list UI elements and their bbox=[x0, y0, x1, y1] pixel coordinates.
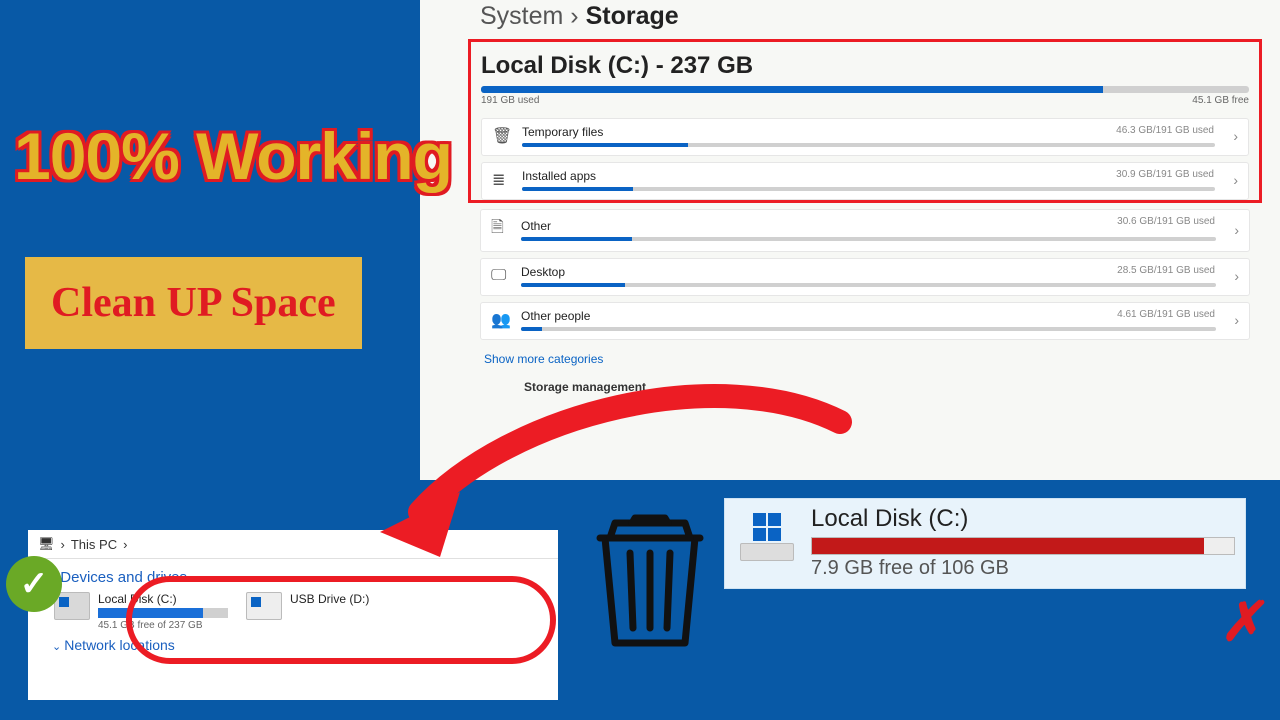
category-name: Other people bbox=[521, 309, 1216, 323]
category-used: 30.6 GB/191 GB used bbox=[1117, 216, 1215, 227]
network-locations-heading[interactable]: ⌄ Network locations bbox=[48, 631, 538, 653]
category-used: 30.9 GB/191 GB used bbox=[1116, 169, 1214, 180]
disk-usage-fill bbox=[481, 86, 1103, 93]
hdd-icon bbox=[735, 511, 799, 563]
full-disk-bar bbox=[811, 537, 1235, 555]
chevron-right-icon: › bbox=[1227, 128, 1238, 144]
breadcrumb-current: Storage bbox=[586, 2, 679, 30]
windows-logo-icon bbox=[753, 513, 781, 541]
category-used: 28.5 GB/191 GB used bbox=[1117, 265, 1215, 276]
monitor-icon: 🖵 bbox=[491, 267, 509, 285]
full-disk-panel: Local Disk (C:) 7.9 GB free of 106 GB bbox=[724, 498, 1246, 589]
checkmark-badge: ✓ bbox=[6, 556, 62, 612]
category-used: 46.3 GB/191 GB used bbox=[1116, 125, 1214, 136]
explorer-breadcrumb[interactable]: This PC bbox=[71, 537, 117, 552]
category-used: 4.61 GB/191 GB used bbox=[1117, 309, 1215, 320]
people-icon: 👥 bbox=[491, 310, 509, 330]
file-icon: 🗎 bbox=[491, 216, 509, 243]
category-name: Installed apps bbox=[522, 169, 1215, 183]
category-name: Temporary files bbox=[522, 125, 1215, 139]
disk-title: Local Disk (C:) - 237 GB bbox=[481, 48, 1249, 86]
hdd-icon bbox=[54, 592, 90, 620]
category-row-other[interactable]: 🗎 Other 30.6 GB/191 GB used › bbox=[480, 209, 1250, 252]
category-name: Other bbox=[521, 219, 1216, 233]
file-explorer-panel: 🖥 › This PC › ⌄ Devices and drives Local… bbox=[28, 530, 558, 700]
devices-section-heading[interactable]: ⌄ Devices and drives bbox=[48, 569, 538, 592]
usb-icon bbox=[246, 592, 282, 620]
full-disk-free: 7.9 GB free of 106 GB bbox=[811, 555, 1235, 580]
breadcrumb[interactable]: System › Storage bbox=[480, 0, 1250, 39]
breadcrumb-parent[interactable]: System bbox=[480, 2, 563, 30]
trash-icon: 🗑 bbox=[492, 126, 510, 146]
highlight-box: Local Disk (C:) - 237 GB 191 GB used 45.… bbox=[468, 39, 1262, 203]
category-row-desktop[interactable]: 🖵 Desktop 28.5 GB/191 GB used › bbox=[480, 258, 1250, 296]
trash-bin-icon bbox=[590, 498, 710, 648]
show-more-link[interactable]: Show more categories bbox=[480, 346, 1250, 372]
category-name: Desktop bbox=[521, 265, 1216, 279]
drive-name: Local Disk (C:) bbox=[98, 592, 228, 606]
disk-free-label: 45.1 GB free bbox=[1192, 95, 1249, 106]
category-row-installed-apps[interactable]: ≣ Installed apps 30.9 GB/191 GB used › bbox=[481, 162, 1249, 200]
category-row-other-people[interactable]: 👥 Other people 4.61 GB/191 GB used › bbox=[480, 302, 1250, 340]
apps-icon: ≣ bbox=[492, 170, 510, 190]
overlay-subhead: Clean UP Space bbox=[51, 280, 336, 326]
chevron-right-icon: › bbox=[1228, 222, 1239, 238]
drive-free-text: 45.1 GB free of 237 GB bbox=[98, 620, 228, 631]
storage-management-heading: Storage management bbox=[480, 372, 1250, 402]
drive-usb-d[interactable]: USB Drive (D:) bbox=[246, 592, 369, 631]
category-row-temporary-files[interactable]: 🗑 Temporary files 46.3 GB/191 GB used › bbox=[481, 118, 1249, 156]
chevron-right-icon: › bbox=[1228, 312, 1239, 328]
full-disk-title: Local Disk (C:) bbox=[811, 505, 1235, 537]
cross-mark-icon: ✗ bbox=[1218, 590, 1272, 653]
drive-local-c[interactable]: Local Disk (C:) 45.1 GB free of 237 GB bbox=[54, 592, 228, 631]
overlay-subhead-box: Clean UP Space bbox=[22, 254, 365, 352]
chevron-right-icon: › bbox=[1228, 268, 1239, 284]
explorer-address-bar[interactable]: 🖥 › This PC › bbox=[28, 530, 558, 559]
monitor-icon: 🖥 bbox=[38, 536, 55, 552]
chevron-right-icon: › bbox=[1227, 172, 1238, 188]
disk-usage-bar bbox=[481, 86, 1249, 93]
storage-settings-panel: System › Storage Local Disk (C:) - 237 G… bbox=[420, 0, 1280, 480]
disk-used-label: 191 GB used bbox=[481, 95, 539, 106]
overlay-headline: 100% Working bbox=[14, 118, 452, 194]
drive-name: USB Drive (D:) bbox=[290, 592, 369, 606]
